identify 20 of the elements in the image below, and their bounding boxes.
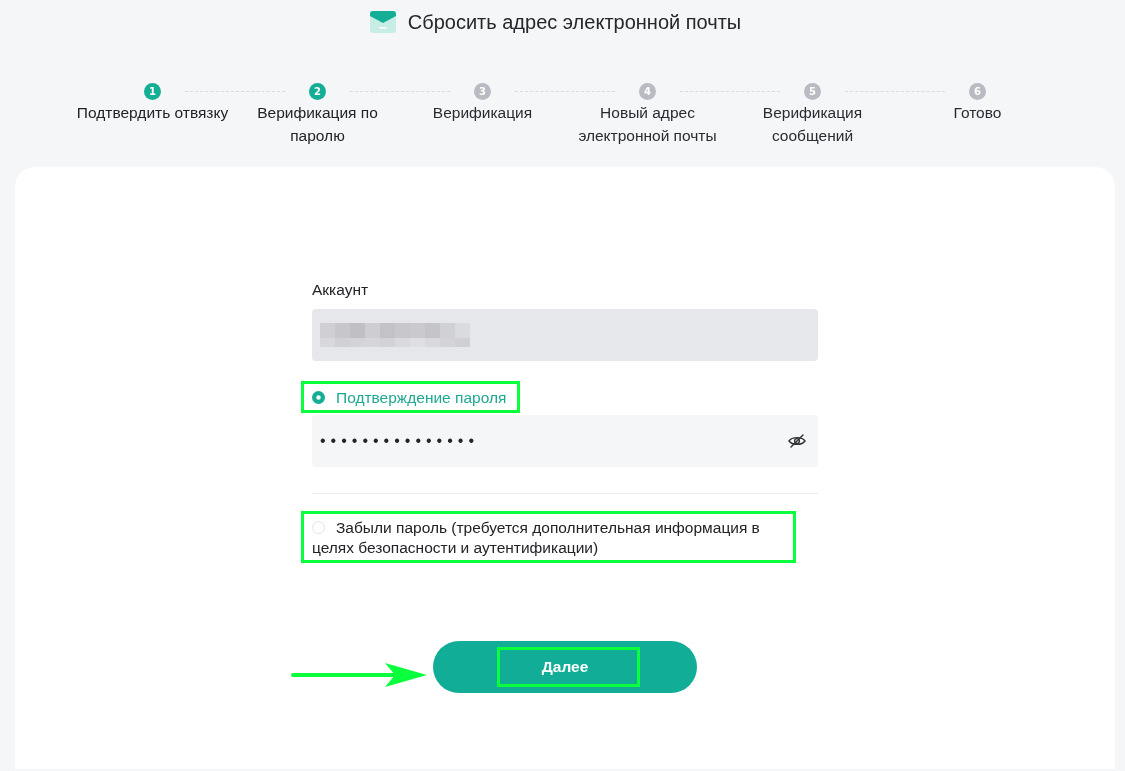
step-label: Верификация по паролю	[256, 103, 379, 146]
step-label: Верификация сообщений	[761, 103, 864, 146]
field-label: Аккаунт	[312, 280, 369, 300]
step-number: 6	[969, 83, 986, 100]
page-title: Сбросить адрес электронной почты	[407, 10, 742, 35]
envelope-icon	[369, 11, 396, 33]
eye-slash-icon[interactable]	[788, 434, 806, 448]
step-number: 4	[639, 83, 656, 100]
step-label: Верификация	[432, 103, 533, 123]
radio-icon[interactable]	[312, 521, 325, 534]
step-label: Подтвердить отвязку	[76, 103, 229, 123]
radio-option[interactable]: Забыли пароль (требуется дополнительная информация в целях безопасности и аутентификации)	[312, 518, 782, 558]
radio-icon[interactable]	[312, 391, 325, 404]
password-field[interactable]: •••••••••••••••	[312, 415, 818, 467]
step-label: Готово	[953, 103, 1002, 123]
step-number: 2	[309, 83, 326, 100]
step-number: 1	[144, 83, 161, 100]
step-number: 5	[804, 83, 821, 100]
step-number: 3	[474, 83, 491, 100]
step-label: Новый адрес электронной почты	[577, 103, 718, 146]
